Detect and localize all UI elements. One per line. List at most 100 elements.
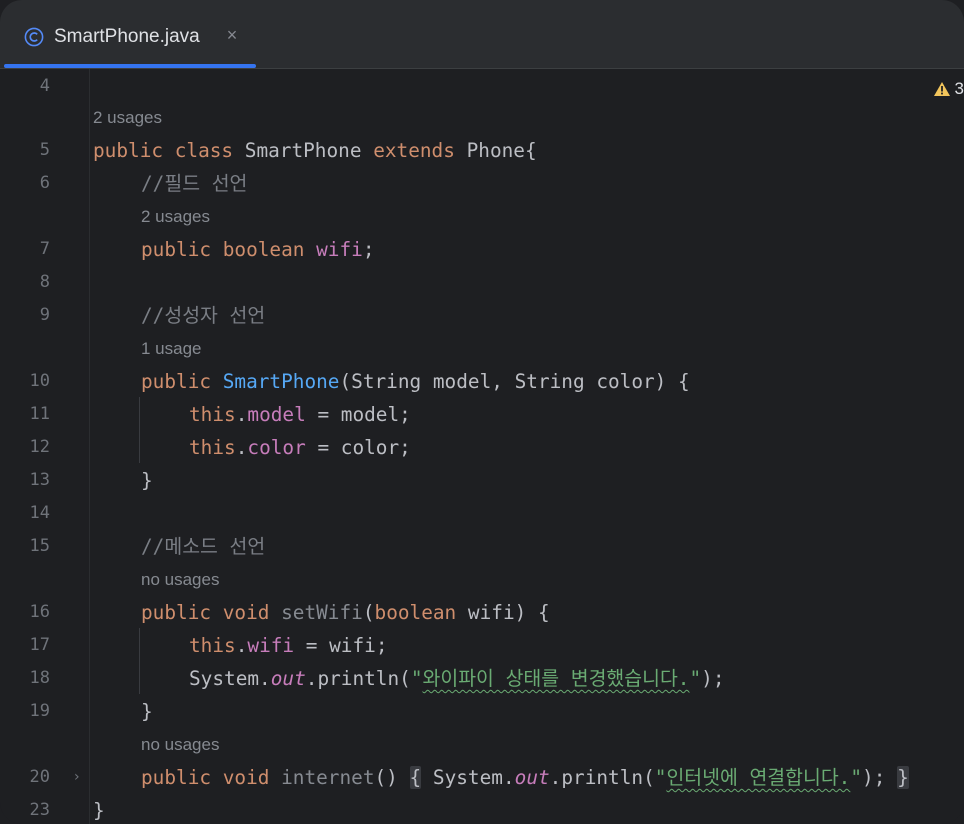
line-number: 10 (29, 371, 50, 391)
fold-chevron-icon[interactable]: › (74, 761, 80, 794)
line-number: 19 (29, 701, 50, 721)
code-line: 17 this.wifi = wifi; (0, 629, 964, 662)
line-number: 17 (29, 635, 50, 655)
code-line: 19 } (0, 695, 964, 728)
code-text: this.color = color; (189, 431, 411, 464)
static-field: out (514, 766, 550, 789)
line-number: 12 (29, 437, 50, 457)
code-rest: ); (862, 766, 886, 789)
dot: . (235, 436, 248, 459)
code-rest: wifi) { (456, 601, 550, 624)
code-text: } (93, 799, 105, 822)
paren: ( (362, 601, 375, 624)
line-number: 6 (39, 173, 50, 193)
code-editor[interactable]: 3 4 2 usages 5 public class SmartPhone e… (0, 69, 964, 824)
quote: " (689, 667, 702, 690)
line-number: 18 (29, 668, 50, 688)
line-number: 13 (29, 470, 50, 490)
keyword: public class (93, 139, 245, 162)
line-number: 5 (39, 140, 50, 160)
code-line: 6 //필드 선언 (0, 167, 964, 200)
usage-hint-line: no usages (0, 728, 964, 761)
code-text: this.wifi = wifi; (189, 629, 388, 662)
active-tab-indicator (4, 64, 256, 68)
comment: //메소드 선언 (141, 535, 266, 558)
tab-filename: SmartPhone.java (54, 26, 200, 47)
code-rest: ); (701, 667, 725, 690)
static-field: out (270, 667, 306, 690)
line-number: 11 (29, 404, 50, 424)
line-number: 14 (29, 503, 50, 523)
string-literal: 와이파이 상태를 변경했습니다. (422, 667, 690, 690)
line-number: 8 (39, 272, 50, 292)
usage-hint-line: 1 usage (0, 332, 964, 365)
code-line: 16 public void setWifi(boolean wifi) { (0, 596, 964, 629)
code-line: 7 public boolean wifi; (0, 233, 964, 266)
code-line: 15 //메소드 선언 (0, 530, 964, 563)
line-number: 9 (39, 305, 50, 325)
string-literal: 인터넷에 연결합니다. (666, 766, 851, 789)
keyword: this (189, 436, 236, 459)
keyword: public void (141, 766, 282, 789)
code-line: 14 (0, 497, 964, 530)
line-number: 16 (29, 602, 50, 622)
code-line: 10 public SmartPhone(String model, Strin… (0, 365, 964, 398)
keyword: boolean (374, 601, 457, 624)
code-line: 8 (0, 266, 964, 299)
usages-hint[interactable]: 1 usage (141, 332, 202, 365)
system-class: System. (189, 667, 271, 690)
code-line: 23 } (0, 794, 964, 824)
keyword: public boolean (141, 238, 317, 261)
constructor-name: SmartPhone (222, 370, 340, 393)
tab-smartphone-java[interactable]: SmartPhone.java × (4, 0, 256, 68)
code-text: public void internet() { System.out.prin… (141, 761, 909, 794)
code-line: 12 this.color = color; (0, 431, 964, 464)
keyword: extends (373, 139, 467, 162)
java-class-icon (24, 27, 44, 47)
keyword: this (189, 634, 236, 657)
usages-hint[interactable]: 2 usages (141, 200, 210, 233)
tab-bar: SmartPhone.java × (0, 0, 964, 69)
code-line: 11 this.model = model; (0, 398, 964, 431)
usage-hint-line: no usages (0, 563, 964, 596)
code-text: public boolean wifi; (141, 233, 375, 266)
quote: " (850, 766, 863, 789)
method-name: internet (281, 766, 375, 789)
code-line: 9 //성성자 선언 (0, 299, 964, 332)
code-rest: = model; (305, 403, 411, 426)
quote: " (410, 667, 423, 690)
code-rest: = color; (305, 436, 411, 459)
system-class: System. (421, 766, 515, 789)
keyword: public (141, 370, 223, 393)
method-call: .println( (549, 766, 655, 789)
line-number: 7 (39, 239, 50, 259)
code-rest: Phone{ (466, 139, 537, 162)
folded-region-close[interactable]: } (897, 766, 909, 789)
code-line: 4 (0, 70, 964, 103)
usages-hint[interactable]: no usages (141, 728, 219, 761)
folded-region-open[interactable]: { (409, 766, 422, 789)
code-text: public class SmartPhone extends Phone{ (93, 134, 537, 167)
field-name: wifi (247, 634, 295, 657)
close-icon[interactable]: × (222, 25, 242, 46)
comment: //성성자 선언 (141, 304, 266, 327)
class-name: SmartPhone (244, 139, 374, 162)
code-text: System.out.println("와이파이 상태를 변경했습니다."); (189, 662, 725, 695)
usage-hint-line: 2 usages (0, 200, 964, 233)
dot: . (235, 634, 248, 657)
usages-hint[interactable]: 2 usages (93, 101, 162, 134)
code-text: } (141, 469, 153, 492)
line-number: 4 (39, 76, 50, 96)
code-text: this.model = model; (189, 398, 411, 431)
line-number: 20 (29, 767, 50, 787)
code-line: 20 › public void internet() { System.out… (0, 761, 964, 794)
code-text: public void setWifi(boolean wifi) { (141, 596, 550, 629)
method-call: .println( (305, 667, 411, 690)
editor-window: SmartPhone.java × 3 4 2 usages 5 public … (0, 0, 964, 824)
code-rest: = wifi; (294, 634, 388, 657)
line-number: 15 (29, 536, 50, 556)
usages-hint[interactable]: no usages (141, 563, 219, 596)
code-line: 5 public class SmartPhone extends Phone{ (0, 134, 964, 167)
